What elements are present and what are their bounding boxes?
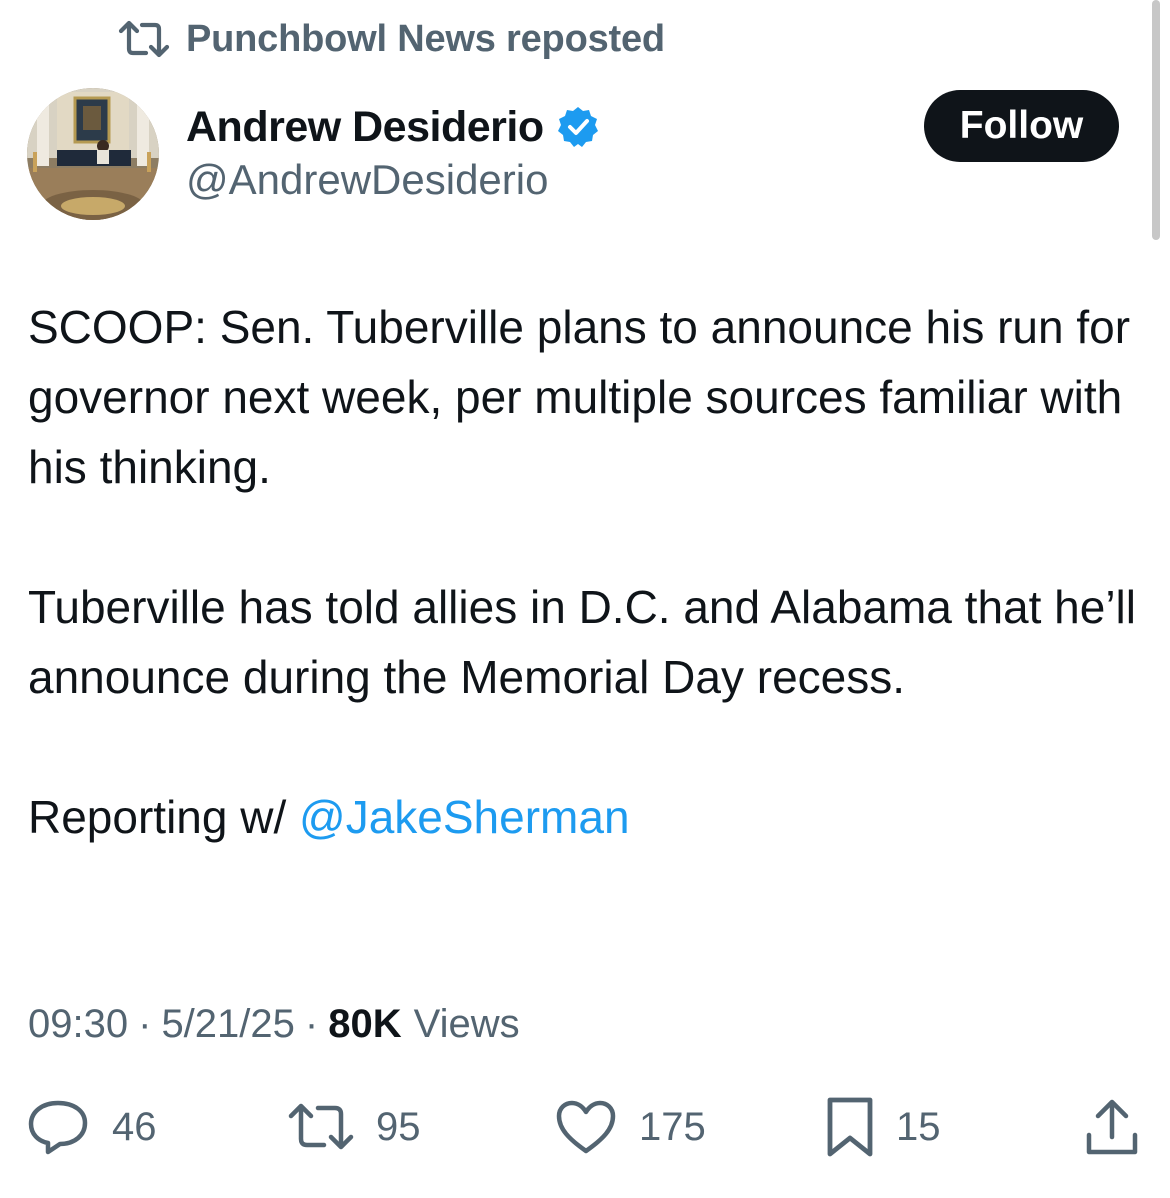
tweet-meta: 09:30 · 5/21/25 · 80K Views bbox=[28, 996, 520, 1052]
tweet-text: SCOOP: Sen. Tuberville plans to announce… bbox=[28, 292, 1138, 852]
tweet-paragraph: Tuberville has told allies in D.C. and A… bbox=[28, 581, 1136, 703]
separator: · bbox=[138, 1001, 152, 1046]
repost-header[interactable]: Punchbowl News reposted bbox=[118, 14, 665, 64]
like-count: 175 bbox=[639, 1104, 706, 1149]
bookmark-button[interactable]: 15 bbox=[826, 1090, 941, 1164]
bookmark-icon bbox=[827, 1097, 873, 1157]
reply-icon bbox=[28, 1100, 88, 1155]
bookmark-count: 15 bbox=[896, 1104, 941, 1149]
views-count: 80K bbox=[328, 1001, 402, 1046]
tweet-paragraph: SCOOP: Sen. Tuberville plans to announce… bbox=[28, 301, 1131, 493]
repost-icon bbox=[288, 1103, 354, 1150]
repost-button[interactable]: 95 bbox=[288, 1090, 421, 1164]
like-button[interactable]: 175 bbox=[555, 1090, 706, 1164]
author-handle[interactable]: @AndrewDesiderio bbox=[186, 156, 548, 204]
share-button[interactable] bbox=[1084, 1090, 1140, 1164]
author-name[interactable]: Andrew Desiderio bbox=[186, 103, 544, 152]
repost-count: 95 bbox=[376, 1104, 421, 1149]
separator: · bbox=[304, 1001, 319, 1046]
action-bar: 46 95 175 15 bbox=[0, 1090, 1170, 1164]
scrollbar[interactable] bbox=[1152, 0, 1160, 240]
reply-button[interactable]: 46 bbox=[26, 1090, 157, 1164]
timestamp-time[interactable]: 09:30 bbox=[28, 1002, 128, 1047]
author-name-row[interactable]: Andrew Desiderio bbox=[186, 100, 600, 154]
views-label: Views bbox=[413, 1001, 520, 1046]
timestamp-date[interactable]: 5/21/25 bbox=[161, 1002, 294, 1047]
share-icon bbox=[1086, 1099, 1138, 1155]
repost-icon bbox=[118, 19, 170, 59]
repost-label: Punchbowl News reposted bbox=[186, 17, 665, 60]
mention-link[interactable]: @JakeSherman bbox=[299, 791, 630, 843]
tweet-text-prefix: Reporting w/ bbox=[28, 791, 300, 843]
heart-icon bbox=[556, 1100, 616, 1154]
reply-count: 46 bbox=[112, 1104, 157, 1149]
avatar[interactable] bbox=[27, 88, 159, 220]
tweet-paragraph: Reporting w/ @JakeSherman bbox=[28, 782, 1138, 852]
verified-badge-icon bbox=[556, 105, 600, 149]
follow-button[interactable]: Follow bbox=[924, 90, 1119, 162]
